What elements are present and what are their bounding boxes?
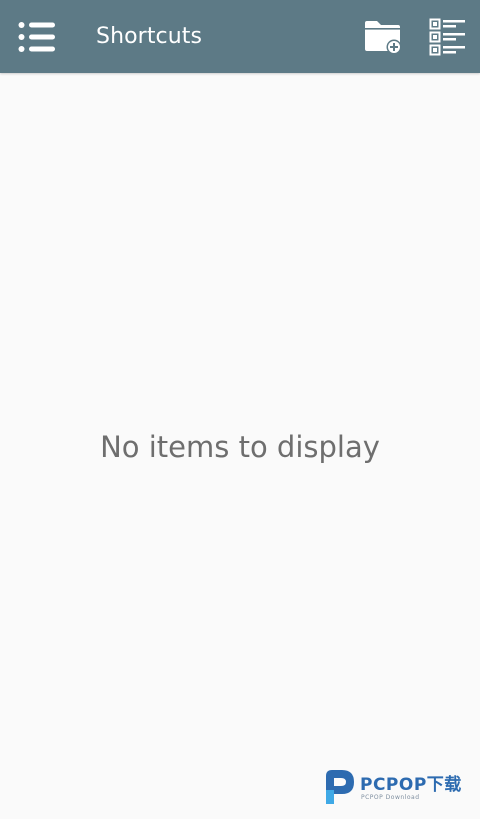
- watermark-brand: PCPOP下载: [360, 775, 462, 795]
- menu-button[interactable]: [8, 0, 68, 73]
- new-folder-button[interactable]: [356, 0, 412, 73]
- app-bar: Shortcuts: [0, 0, 480, 73]
- pcpop-logo-icon: [326, 770, 354, 804]
- checklist-view-icon: [429, 18, 465, 55]
- menu-list-icon: [18, 21, 55, 52]
- view-mode-button[interactable]: [420, 0, 476, 73]
- folder-add-icon: [365, 20, 402, 54]
- empty-state-message: No items to display: [100, 430, 380, 464]
- watermark: PCPOP下载 PCPOP Download: [322, 768, 476, 808]
- page-title: Shortcuts: [96, 24, 203, 49]
- watermark-subtext: PCPOP Download: [361, 794, 420, 801]
